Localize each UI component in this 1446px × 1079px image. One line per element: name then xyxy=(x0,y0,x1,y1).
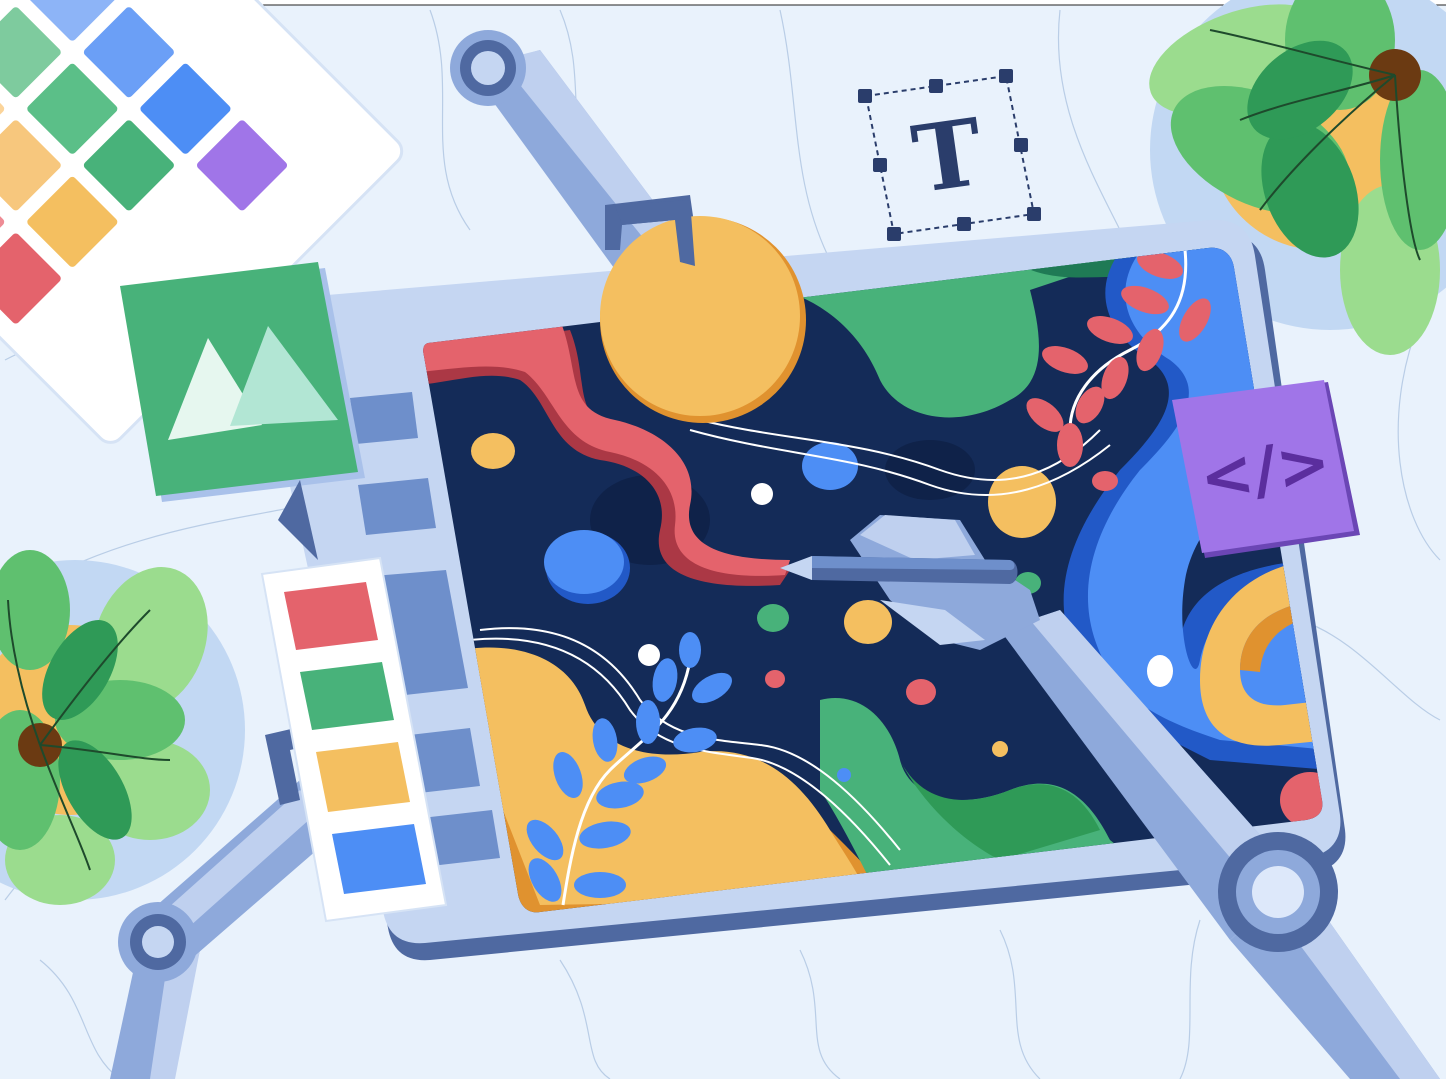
swatch-red xyxy=(284,582,378,650)
swatch-yellow xyxy=(316,742,410,812)
swatch-blue xyxy=(332,824,426,894)
illustration-scene: T </> xyxy=(0,0,1446,1079)
code-icon: </> xyxy=(1172,380,1360,558)
image-icon xyxy=(120,262,365,502)
swatch-green xyxy=(300,662,394,730)
